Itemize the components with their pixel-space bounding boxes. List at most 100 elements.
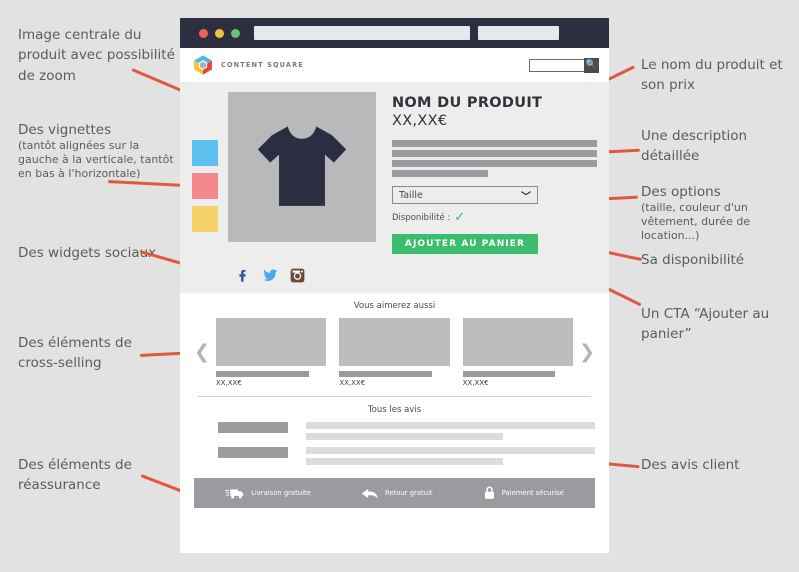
thumbnail-list (192, 92, 218, 254)
truck-icon (225, 489, 244, 499)
description-line (392, 170, 489, 178)
annotation-social-widgets: Des widgets sociaux (18, 242, 183, 262)
card-price: XX,XX€ (339, 379, 366, 388)
annotation-title: Des éléments de cross-selling (18, 335, 132, 372)
card-title-placeholder (462, 371, 556, 378)
chevron-right-icon[interactable]: ❯ (579, 343, 595, 362)
logo-lockup[interactable]: CONTENT SQUARE (192, 54, 304, 76)
twitter-icon[interactable] (263, 268, 278, 283)
annotation-description: Une description détaillée (641, 125, 791, 166)
annotation-title: Des éléments de réassurance (18, 457, 132, 494)
infographic-stage: Image centrale du produit avec possibili… (0, 0, 799, 572)
reassurance-item-return: Retour gratuit (361, 487, 433, 500)
review-line (306, 458, 503, 466)
card-title-placeholder (215, 371, 309, 378)
window-controls[interactable] (199, 28, 240, 38)
annotation-title: Un CTA “Ajouter au panier” (641, 306, 770, 343)
annotation-availability: Sa disponibilité (641, 249, 791, 269)
add-to-cart-label: AJOUTER AU PANIER (404, 239, 526, 250)
site-header: CONTENT SQUARE 🔍 (180, 48, 609, 82)
product-price: XX,XX€ (392, 112, 448, 129)
lock-icon (484, 486, 494, 500)
description-line (392, 140, 597, 148)
reviewer-placeholder (218, 422, 288, 434)
product-info: NOM DU PRODUIT XX,XX€ Taille ﹀ Disponibi… (386, 92, 597, 255)
return-arrow-icon (361, 488, 378, 499)
card-title-placeholder (339, 371, 433, 378)
review-line (306, 422, 595, 430)
hero-product-image[interactable] (228, 92, 376, 242)
annotation-product-name: Le nom du produit et son prix (641, 54, 791, 95)
size-select[interactable]: Taille ﹀ (392, 186, 538, 205)
product-description-placeholder (392, 140, 597, 178)
reassurance-label: Paiement sécurisé (501, 489, 564, 498)
card-price: XX,XX€ (215, 379, 242, 388)
browser-chrome (180, 18, 609, 48)
divider (198, 396, 591, 398)
review-line (306, 447, 595, 455)
product-page-body: NOM DU PRODUIT XX,XX€ Taille ﹀ Disponibi… (180, 82, 609, 509)
card-image (215, 318, 327, 367)
review-line (306, 433, 503, 441)
search-icon[interactable]: 🔍 (584, 57, 599, 73)
product-card[interactable]: XX,XX€ (462, 318, 574, 388)
description-line (392, 160, 597, 168)
reassurance-label: Livraison gratuite (251, 489, 311, 498)
annotation-title: Des avis client (641, 457, 740, 473)
lower-panel: Vous aimerez aussi ❮ XX,XX€ XX,XX€ XX,XX… (180, 293, 609, 509)
cross-selling-cards: XX,XX€ XX,XX€ XX,XX€ (215, 318, 574, 388)
maximize-dot-icon[interactable] (231, 28, 240, 38)
annotation-cta: Un CTA “Ajouter au panier” (641, 303, 791, 344)
annotation-title: Le nom du produit et son prix (641, 57, 783, 94)
tshirt-icon (257, 126, 347, 206)
reviews-title: Tous les avis (367, 405, 422, 416)
availability-label: Disponibilité : (392, 212, 451, 223)
chevron-left-icon[interactable]: ❮ (194, 343, 210, 362)
search-input[interactable] (529, 58, 584, 72)
secondary-bar[interactable] (478, 26, 559, 40)
content-square-logo-icon (194, 55, 212, 75)
product-card[interactable]: XX,XX€ (215, 318, 327, 388)
annotation-title: Des vignettes (18, 122, 112, 138)
thumbnail-blue[interactable] (192, 140, 218, 166)
review-text-placeholder (306, 447, 595, 466)
annotation-thumbnails: Des vignettes (tantôt alignées sur la ga… (18, 119, 183, 181)
annotation-hero-image: Image centrale du produit avec possibili… (18, 24, 178, 85)
address-bar[interactable] (254, 26, 470, 40)
availability-row: Disponibilité : ✓ (392, 211, 597, 224)
annotation-title: Sa disponibilité (641, 252, 745, 268)
page-title: NOM DU PRODUIT (392, 95, 543, 111)
reassurance-item-shipping: Livraison gratuite (225, 487, 311, 500)
instagram-icon[interactable] (290, 268, 305, 283)
description-line (392, 150, 597, 158)
reviewer-placeholder (218, 447, 288, 459)
cross-selling-title: Vous aimerez aussi (353, 301, 436, 312)
brand-name: CONTENT SQUARE (221, 61, 304, 69)
annotation-title: Des options (641, 184, 721, 200)
annotation-title: Une description détaillée (641, 128, 748, 165)
minimize-dot-icon[interactable] (215, 28, 224, 38)
header-search[interactable]: 🔍 (529, 57, 599, 73)
annotation-sub: (tantôt alignées sur la gauche à la vert… (18, 139, 174, 180)
browser-window-mockup: CONTENT SQUARE 🔍 NOM DU PRODUIT XX,XX€ T… (180, 18, 609, 553)
card-price: XX,XX€ (462, 379, 489, 388)
review-row (194, 447, 595, 466)
thumbnail-pink[interactable] (192, 173, 218, 199)
review-text-placeholder (306, 422, 595, 441)
reassurance-item-payment: Paiement sécurisé (483, 485, 564, 501)
size-select-label: Taille (399, 189, 423, 201)
card-image (339, 318, 450, 367)
thumbnail-yellow[interactable] (192, 206, 218, 232)
card-image (462, 318, 574, 367)
social-widgets (192, 254, 597, 293)
product-card[interactable]: XX,XX€ (339, 318, 450, 388)
reassurance-bar: Livraison gratuite Retour gratuit Paieme… (194, 478, 595, 509)
product-top-section: NOM DU PRODUIT XX,XX€ Taille ﹀ Disponibi… (192, 92, 597, 255)
cross-selling-carousel: ❮ XX,XX€ XX,XX€ XX,XX€ ❯ (194, 318, 595, 387)
add-to-cart-button[interactable]: AJOUTER AU PANIER (392, 234, 538, 255)
annotation-reassurance: Des éléments de réassurance (18, 454, 173, 495)
close-dot-icon[interactable] (199, 28, 208, 38)
facebook-icon[interactable] (236, 268, 251, 283)
chevron-down-icon: ﹀ (521, 191, 531, 203)
reassurance-label: Retour gratuit (385, 489, 433, 498)
